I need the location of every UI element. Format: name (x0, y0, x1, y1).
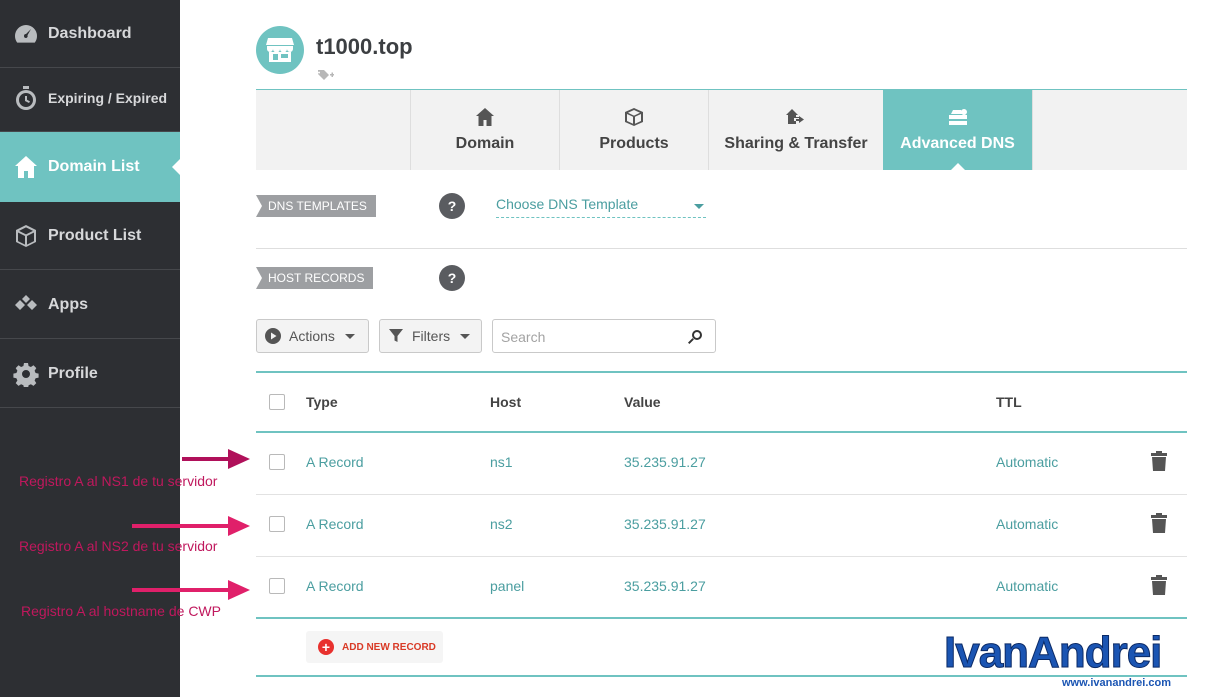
box-icon (12, 222, 40, 250)
record-type[interactable]: A Record (306, 454, 364, 470)
sidebar-item-label: Profile (48, 364, 98, 382)
watermark-url: www.ivanandrei.com (1062, 677, 1172, 689)
column-header-ttl[interactable]: TTL (996, 394, 1022, 410)
tabs-bar: Domain Products Sharing & Transfer Advan… (256, 89, 1187, 171)
sidebar-item-label: Apps (48, 295, 88, 313)
annotation-ns2: Registro A al NS2 de tu servidor (19, 538, 218, 554)
row-divider (256, 494, 1187, 495)
tab-sharing-transfer[interactable]: Sharing & Transfer (708, 90, 883, 170)
add-icon: + (318, 639, 334, 655)
timer-icon (12, 84, 40, 112)
search-box (492, 319, 716, 353)
column-header-value[interactable]: Value (624, 394, 661, 410)
home-icon (474, 107, 496, 127)
tab-label: Sharing & Transfer (724, 135, 868, 152)
tab-domain[interactable]: Domain (410, 90, 559, 170)
sidebar-item-apps[interactable]: Apps (0, 271, 180, 339)
section-divider (256, 248, 1187, 249)
sidebar-item-domain-list[interactable]: Domain List (0, 132, 181, 202)
sidebar-item-label: Dashboard (48, 24, 132, 42)
sidebar-item-label: Domain List (48, 158, 140, 175)
search-icon[interactable] (687, 329, 703, 345)
annotation-hostname: Registro A al hostname de CWP (21, 603, 221, 619)
row-divider (256, 556, 1187, 557)
gear-icon (12, 360, 40, 388)
dns-template-select-value: Choose DNS Template (496, 196, 639, 212)
watermark-logo: IvanAndrei (943, 628, 1162, 678)
share-icon (785, 107, 807, 127)
dns-templates-help-icon[interactable]: ? (439, 193, 465, 219)
trash-icon[interactable] (1151, 451, 1167, 471)
dns-templates-label: DNS TEMPLATES (256, 195, 376, 217)
record-value[interactable]: 35.235.91.27 (624, 578, 706, 594)
store-icon (12, 153, 40, 181)
tab-products[interactable]: Products (559, 90, 708, 170)
dashboard-gauge-icon (12, 20, 40, 48)
tab-label: Advanced DNS (900, 135, 1015, 152)
table-top-border (256, 371, 1187, 373)
play-circle-icon (265, 328, 281, 344)
tab-label: Domain (455, 135, 515, 152)
sidebar-item-product-list[interactable]: Product List (0, 202, 180, 270)
row-checkbox[interactable] (269, 578, 285, 594)
host-records-label: HOST RECORDS (256, 267, 374, 289)
row-checkbox[interactable] (269, 454, 285, 470)
filters-button[interactable]: Filters (379, 319, 482, 353)
domain-avatar (256, 26, 304, 74)
sidebar: Dashboard Expiring / Expired Domain List… (0, 0, 181, 697)
page-title: t1000.top (316, 34, 413, 59)
tab-divider (1032, 90, 1033, 170)
add-new-record-button[interactable]: + ADD NEW RECORD (306, 631, 443, 663)
actions-button-label: Actions (289, 328, 335, 344)
trash-icon[interactable] (1151, 575, 1167, 595)
annotation-arrow (132, 516, 250, 536)
tag-add-icon[interactable] (318, 68, 334, 80)
caret-down-icon (344, 333, 355, 339)
record-ttl[interactable]: Automatic (996, 578, 1058, 594)
record-type[interactable]: A Record (306, 516, 364, 532)
search-input[interactable] (501, 327, 681, 347)
sidebar-item-profile[interactable]: Profile (0, 340, 180, 408)
sidebar-item-label: Expiring / Expired (48, 89, 168, 106)
server-icon (947, 107, 969, 127)
add-new-record-label: ADD NEW RECORD (342, 641, 436, 653)
apps-icon (12, 291, 40, 319)
actions-button[interactable]: Actions (256, 319, 369, 353)
dns-template-select[interactable]: Choose DNS Template (496, 196, 706, 218)
column-header-type[interactable]: Type (306, 394, 338, 410)
annotation-arrow (182, 449, 250, 469)
record-host[interactable]: panel (490, 578, 524, 594)
record-ttl[interactable]: Automatic (996, 454, 1058, 470)
caret-down-icon (694, 204, 704, 209)
filter-icon (388, 328, 404, 344)
sidebar-item-expiring[interactable]: Expiring / Expired (0, 64, 180, 132)
box-icon (623, 107, 645, 127)
store-icon (266, 38, 294, 62)
trash-icon[interactable] (1151, 513, 1167, 533)
record-host[interactable]: ns1 (490, 454, 513, 470)
tab-advanced-dns[interactable]: Advanced DNS (883, 90, 1032, 171)
record-value[interactable]: 35.235.91.27 (624, 454, 706, 470)
caret-down-icon (460, 333, 471, 339)
filters-button-label: Filters (412, 328, 451, 344)
table-header-border (256, 431, 1187, 433)
host-records-help-icon[interactable]: ? (439, 265, 465, 291)
record-value[interactable]: 35.235.91.27 (624, 516, 706, 532)
row-checkbox[interactable] (269, 516, 285, 532)
record-type[interactable]: A Record (306, 578, 364, 594)
sidebar-item-dashboard[interactable]: Dashboard (0, 0, 180, 68)
column-header-host[interactable]: Host (490, 394, 521, 410)
select-all-checkbox[interactable] (269, 394, 285, 410)
annotation-ns1: Registro A al NS1 de tu servidor (19, 473, 218, 489)
table-bottom-border (256, 617, 1187, 619)
tab-label: Products (599, 135, 669, 152)
record-host[interactable]: ns2 (490, 516, 513, 532)
annotation-arrow (132, 580, 250, 600)
sidebar-item-label: Product List (48, 226, 142, 244)
record-ttl[interactable]: Automatic (996, 516, 1058, 532)
